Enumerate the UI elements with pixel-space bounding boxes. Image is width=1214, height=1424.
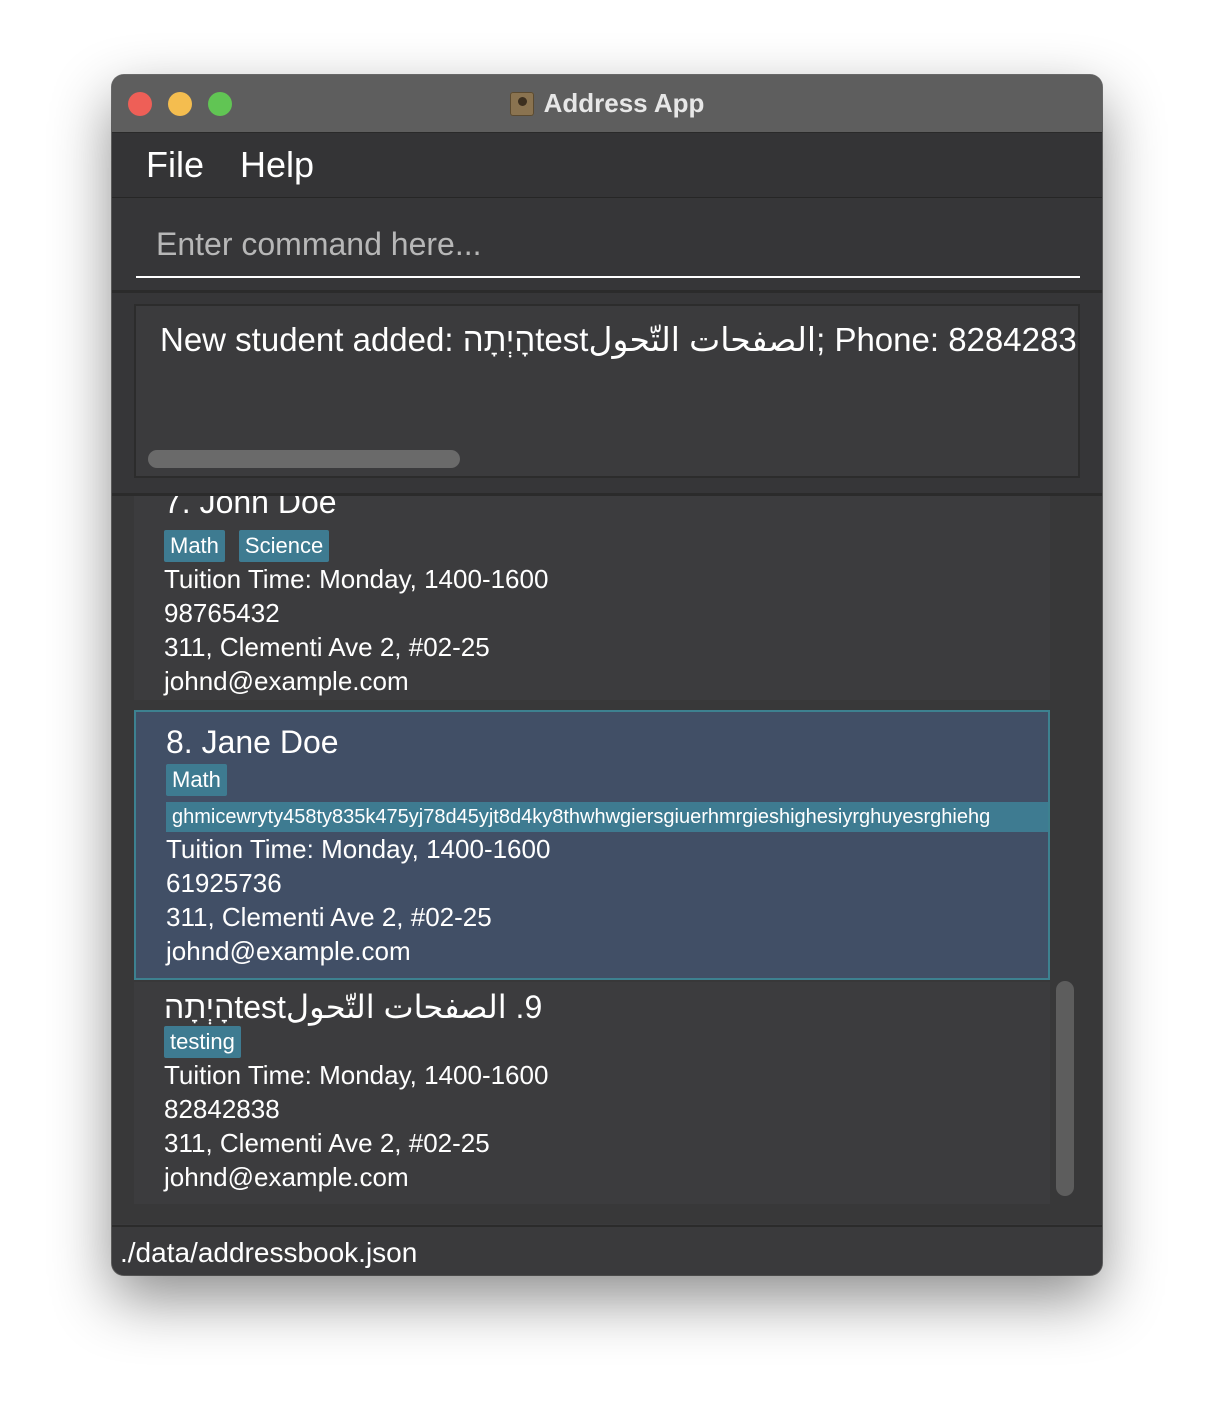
student-email: johnd@example.com <box>166 936 411 966</box>
menu-help[interactable]: Help <box>240 145 314 185</box>
title-bar[interactable]: Address App <box>112 75 1102 133</box>
save-file-path: ./data/addressbook.json <box>120 1237 418 1268</box>
tag: Math <box>166 764 227 796</box>
menu-bar: File Help <box>112 133 1102 198</box>
status-bar: ./data/addressbook.json <box>112 1225 1102 1275</box>
student-card[interactable]: 7. John Doe Math Science Tuition Time: M… <box>134 496 1050 700</box>
student-phone: 98765432 <box>164 598 280 628</box>
student-name: 7. John Doe <box>164 496 337 520</box>
student-tags: Math <box>166 764 227 796</box>
long-tag: ghmicewryty458ty835k475yj78d45yjt8d4ky8t… <box>166 802 1048 832</box>
student-tuition-time: Tuition Time: Monday, 1400-1600 <box>164 564 549 594</box>
student-name: 8. Jane Doe <box>166 724 339 760</box>
tag: Science <box>238 530 330 562</box>
student-list[interactable]: 7. John Doe Math Science Tuition Time: M… <box>112 496 1102 1224</box>
student-tags: Math Science <box>164 530 330 562</box>
address-app-window: Address App File Help New student added:… <box>112 75 1102 1275</box>
student-tuition-time: Tuition Time: Monday, 1400-1600 <box>164 1060 549 1090</box>
student-card[interactable]: 9. الصفحات التّحولtestהָיְתָה testing Tu… <box>134 982 1050 1204</box>
student-address: 311, Clementi Ave 2, #02-25 <box>166 902 492 932</box>
result-horizontal-scrollbar[interactable] <box>148 450 460 468</box>
menu-file[interactable]: File <box>146 145 204 185</box>
list-vertical-scrollbar[interactable] <box>1056 981 1074 1196</box>
window-title: Address App <box>543 88 705 118</box>
student-address: 311, Clementi Ave 2, #02-25 <box>164 632 490 662</box>
student-address: 311, Clementi Ave 2, #02-25 <box>164 1128 490 1158</box>
student-email: johnd@example.com <box>164 666 409 696</box>
tag: testing <box>164 1026 241 1058</box>
student-name: 9. الصفحات التّحولtestהָיְתָה <box>164 989 543 1025</box>
result-message: New student added: הָיְתָהtestالصفحات ال… <box>160 321 1080 358</box>
tag: Math <box>164 530 225 562</box>
address-book-icon <box>509 91 534 116</box>
student-phone: 82842838 <box>164 1094 280 1124</box>
student-phone: 61925736 <box>166 868 282 898</box>
student-tuition-time: Tuition Time: Monday, 1400-1600 <box>166 834 551 864</box>
student-tags: testing <box>164 1026 241 1058</box>
command-input[interactable] <box>136 212 1080 278</box>
window-title-group: Address App <box>112 75 1102 132</box>
student-card-selected[interactable]: 8. Jane Doe Math ghmicewryty458ty835k475… <box>134 710 1050 980</box>
result-display-pane: New student added: הָיְתָהtestالصفحات ال… <box>112 293 1102 496</box>
result-display[interactable]: New student added: הָיְתָהtestالصفحات ال… <box>134 304 1080 478</box>
student-email: johnd@example.com <box>164 1162 409 1192</box>
command-box <box>112 198 1102 293</box>
